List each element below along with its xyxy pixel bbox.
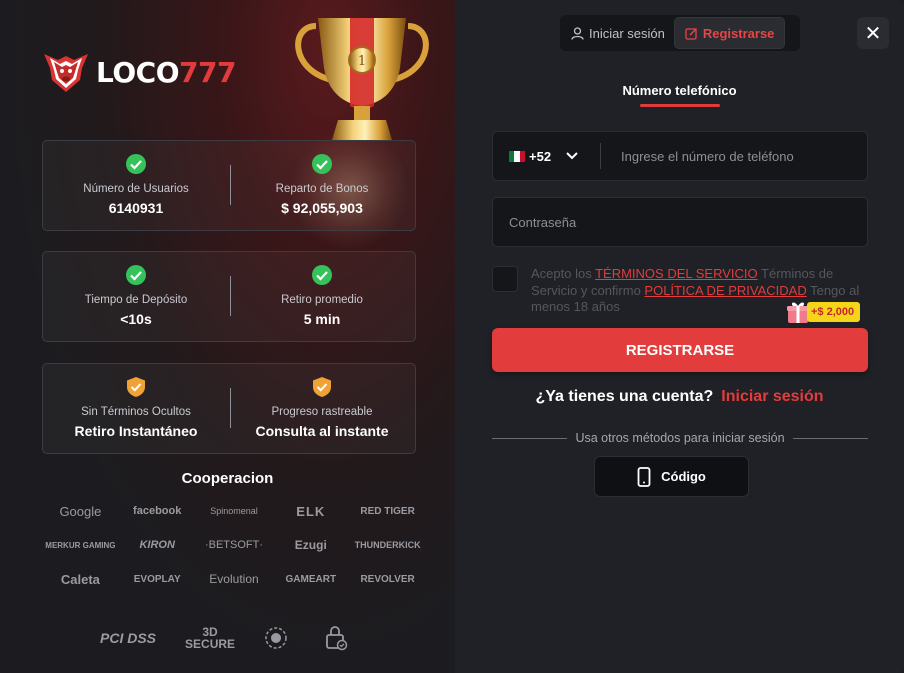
divider-line bbox=[792, 437, 868, 439]
partner-logo-thunderkick: THUNDERKICK bbox=[354, 540, 421, 550]
tab-login[interactable]: Iniciar sesión bbox=[562, 17, 674, 49]
stat-deposit-time: Tiempo de Depósito <10s bbox=[43, 252, 229, 341]
have-account-row: ¿Ya tienes una cuenta? Iniciar sesión bbox=[455, 388, 904, 406]
stat-label: Reparto de Bonos bbox=[275, 183, 369, 195]
stat-value: <10s bbox=[120, 311, 152, 327]
phone-field: +52 bbox=[492, 131, 868, 181]
shield-check-icon bbox=[127, 377, 145, 397]
stat-label: Número de Usuarios bbox=[83, 183, 189, 195]
bonus-badge: +$ 2,000 bbox=[785, 300, 861, 324]
partner-logo-ezugi: Ezugi bbox=[294, 538, 327, 552]
stat-label: Progreso rastreable bbox=[271, 406, 373, 418]
partner-logo-spinomenal: Spinomenal bbox=[210, 506, 258, 516]
close-icon: ✕ bbox=[864, 22, 882, 45]
stat-trackable-progress: Progreso rastreable Consulta al instante bbox=[229, 364, 415, 453]
stat-value: $ 92,055,903 bbox=[281, 200, 363, 216]
partner-logo-caleta: Caleta bbox=[60, 571, 100, 587]
stat-value: Retiro Instantáneo bbox=[74, 423, 198, 439]
pci-dss-badge: PCI DSS bbox=[100, 630, 157, 646]
mexico-flag-icon bbox=[509, 150, 525, 162]
partner-logo-kiron: KIRON bbox=[139, 539, 175, 551]
divider-line bbox=[492, 437, 568, 439]
tab-login-label: Iniciar sesión bbox=[589, 25, 665, 41]
auth-tabs: Iniciar sesión Registrarse bbox=[560, 15, 800, 51]
edit-icon bbox=[685, 27, 697, 40]
check-circle-icon bbox=[126, 154, 146, 174]
partner-logo-evoplay: EVOPLAY bbox=[133, 573, 181, 585]
partner-logo-revolver: REVOLVER bbox=[360, 573, 415, 585]
phone-icon bbox=[637, 466, 651, 487]
stat-divider bbox=[230, 165, 231, 205]
trophy-icon: 1 bbox=[295, 18, 429, 140]
phone-input[interactable] bbox=[601, 148, 861, 164]
security-certifications: PCI DSS 3D SECURE bbox=[100, 622, 348, 654]
partner-logo-merkur: MERKUR GAMING bbox=[45, 540, 116, 550]
register-button[interactable]: REGISTRARSE bbox=[492, 328, 868, 372]
auth-panel: Iniciar sesión Registrarse ✕ Número tele… bbox=[455, 0, 904, 673]
have-account-text: ¿Ya tienes una cuenta? bbox=[535, 388, 714, 405]
chevron-down-icon bbox=[566, 152, 578, 160]
tab-register[interactable]: Registrarse bbox=[673, 17, 786, 49]
tab-register-label: Registrarse bbox=[702, 25, 775, 41]
currency-shield-icon bbox=[265, 627, 287, 649]
partner-logo-betsoft: ·BETSOFT· bbox=[204, 539, 264, 551]
stat-label: Retiro promedio bbox=[281, 294, 363, 306]
brand-name: LOCO777 bbox=[96, 55, 236, 89]
partner-logo-red-tiger: RED TIGER bbox=[360, 505, 415, 517]
stat-bonus: Reparto de Bonos $ 92,055,903 bbox=[229, 141, 415, 230]
stat-divider bbox=[230, 276, 231, 316]
stat-label: Sin Términos Ocultos bbox=[81, 406, 191, 418]
secure-lock-icon bbox=[326, 626, 348, 651]
terms-of-service-link[interactable]: TÉRMINOS DEL SERVICIO bbox=[595, 266, 758, 281]
stat-label: Tiempo de Depósito bbox=[84, 294, 188, 306]
active-tab-indicator bbox=[640, 104, 720, 107]
partner-logo-google: Google bbox=[59, 503, 102, 519]
auth-modal: LOCO777 1 Número de Usuarios 6140931 Rep… bbox=[0, 0, 904, 673]
stat-value: Consulta al instante bbox=[255, 423, 389, 439]
bonus-amount: +$ 2,000 bbox=[807, 302, 861, 322]
user-icon bbox=[571, 26, 584, 40]
close-button[interactable]: ✕ bbox=[857, 17, 889, 49]
stat-value: 6140931 bbox=[108, 200, 164, 216]
stat-users: Número de Usuarios 6140931 bbox=[43, 141, 229, 230]
stat-value: 5 min bbox=[303, 311, 341, 327]
country-code-select[interactable]: +52 bbox=[493, 143, 601, 169]
tab-phone-number[interactable]: Número telefónico bbox=[455, 83, 904, 98]
password-field bbox=[492, 197, 868, 247]
partner-logo-elk: ELK bbox=[296, 503, 326, 519]
stats-box-guarantees: Sin Términos Ocultos Retiro Instantáneo … bbox=[42, 363, 416, 454]
brand-logo: LOCO777 bbox=[40, 46, 236, 98]
partner-logos: Google facebook Spinomenal ELK RED TIGER… bbox=[42, 500, 426, 590]
password-input[interactable] bbox=[493, 214, 853, 230]
other-methods-divider: Usa otros métodos para iniciar sesión bbox=[492, 431, 868, 445]
login-link[interactable]: Iniciar sesión bbox=[721, 388, 823, 405]
promo-panel: LOCO777 1 Número de Usuarios 6140931 Rep… bbox=[0, 0, 455, 673]
check-circle-icon bbox=[126, 265, 146, 285]
check-circle-icon bbox=[312, 154, 332, 174]
partner-logo-evolution: Evolution bbox=[209, 572, 259, 586]
svg-text:1: 1 bbox=[358, 54, 366, 69]
bull-logo-icon bbox=[44, 54, 88, 92]
check-circle-icon bbox=[312, 265, 332, 285]
3d-secure-badge: 3D SECURE bbox=[185, 625, 236, 651]
terms-checkbox[interactable] bbox=[492, 266, 518, 292]
stats-box-deposit-withdraw: Tiempo de Depósito <10s Retiro promedio … bbox=[42, 251, 416, 342]
country-code: +52 bbox=[529, 148, 552, 164]
shield-check-icon bbox=[313, 377, 331, 397]
other-methods-text: Usa otros métodos para iniciar sesión bbox=[575, 431, 785, 445]
stat-divider bbox=[230, 388, 231, 428]
stat-no-hidden-terms: Sin Términos Ocultos Retiro Instantáneo bbox=[43, 364, 229, 453]
cooperation-title: Cooperacion bbox=[181, 470, 274, 487]
code-login-label: Código bbox=[661, 469, 706, 484]
partner-logo-facebook: facebook bbox=[133, 505, 182, 517]
privacy-policy-link[interactable]: POLÍTICA DE PRIVACIDAD bbox=[644, 283, 806, 298]
code-login-button[interactable]: Código bbox=[594, 456, 749, 497]
stat-withdraw-avg: Retiro promedio 5 min bbox=[229, 252, 415, 341]
stats-box-users-bonus: Número de Usuarios 6140931 Reparto de Bo… bbox=[42, 140, 416, 231]
partner-logo-gameart: GAMEART bbox=[285, 573, 337, 585]
